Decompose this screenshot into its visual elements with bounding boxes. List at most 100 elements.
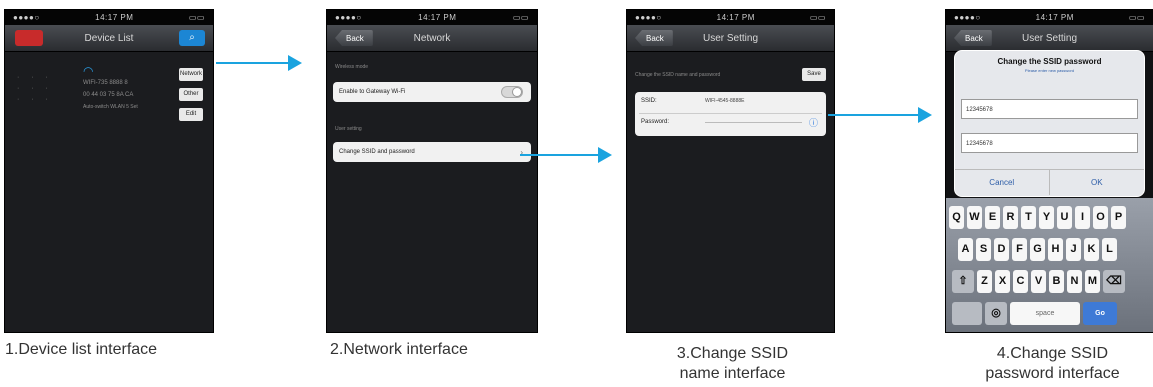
signal-icon: ●●●●○ bbox=[635, 13, 662, 22]
other-button[interactable]: Other bbox=[179, 88, 203, 101]
back-button[interactable]: Back bbox=[635, 30, 673, 46]
menu-button[interactable] bbox=[15, 30, 43, 46]
password-field[interactable] bbox=[705, 122, 802, 123]
network-settings: Wireless mode Enable to Gateway Wi-Fi Us… bbox=[327, 52, 537, 332]
key-r[interactable]: R bbox=[1003, 206, 1018, 229]
battery-icon: ▭▭ bbox=[809, 13, 826, 22]
arrow-2-head bbox=[598, 147, 612, 163]
caption-4-line1: 4.Change SSID bbox=[996, 345, 1109, 362]
edit-button[interactable]: Edit bbox=[179, 108, 203, 121]
section-user-setting: User setting bbox=[335, 126, 362, 132]
confirm-password-input[interactable]: 12345678 bbox=[961, 133, 1138, 153]
backspace-icon: ⌫ bbox=[1106, 275, 1122, 287]
battery-icon: ▭▭ bbox=[512, 13, 529, 22]
save-button[interactable]: Save bbox=[802, 68, 826, 81]
battery-icon: ▭▭ bbox=[1128, 13, 1145, 22]
phone-network: ●●●●○ 14:17 PM ▭▭ Back Network Wireless … bbox=[327, 10, 537, 332]
keyboard-row-3: ⇧ Z X C V B N M ⌫ bbox=[952, 270, 1153, 293]
network-button[interactable]: Network bbox=[179, 68, 203, 81]
password-dialog: Change the SSID password Please enter ne… bbox=[954, 50, 1145, 197]
device-id: WIFI-735 8888 8 bbox=[83, 80, 128, 86]
numbers-key[interactable] bbox=[952, 302, 982, 325]
key-y[interactable]: Y bbox=[1039, 206, 1054, 229]
key-w[interactable]: W bbox=[967, 206, 982, 229]
cancel-button[interactable]: Cancel bbox=[955, 169, 1050, 195]
arrow-2 bbox=[520, 154, 600, 156]
dialog-title: Change the SSID password bbox=[997, 57, 1102, 66]
back-button[interactable]: Back bbox=[335, 30, 373, 46]
signal-icon: ●●●●○ bbox=[954, 13, 981, 22]
change-ssid-row[interactable]: Change SSID and password › bbox=[333, 142, 531, 162]
key-n[interactable]: N bbox=[1067, 270, 1082, 293]
arrow-1-head bbox=[288, 55, 302, 71]
ok-button[interactable]: OK bbox=[1049, 169, 1144, 196]
caption-3-line2: name interface bbox=[679, 365, 786, 382]
keyboard-row-4: ◎ space Go bbox=[952, 302, 1153, 325]
change-ssid-label: Change SSID and password bbox=[339, 149, 415, 155]
gateway-wifi-row[interactable]: Enable to Gateway Wi-Fi bbox=[333, 82, 531, 102]
key-l[interactable]: L bbox=[1102, 238, 1117, 261]
search-button[interactable]: ⌕ bbox=[179, 30, 205, 46]
key-g[interactable]: G bbox=[1030, 238, 1045, 261]
shift-key[interactable]: ⇧ bbox=[952, 270, 974, 293]
key-u[interactable]: U bbox=[1057, 206, 1072, 229]
delete-key[interactable]: ⌫ bbox=[1103, 270, 1125, 293]
status-bar: ●●●●○ 14:17 PM ▭▭ bbox=[627, 10, 834, 25]
status-time: 14:17 PM bbox=[95, 13, 134, 22]
go-key[interactable]: Go bbox=[1083, 302, 1117, 325]
keyboard-row-1: Q W E R T Y U I O P bbox=[949, 206, 1153, 229]
info-icon[interactable]: ⓘ bbox=[809, 116, 818, 129]
key-p[interactable]: P bbox=[1111, 206, 1126, 229]
key-s[interactable]: S bbox=[976, 238, 991, 261]
gateway-wifi-toggle[interactable] bbox=[501, 86, 523, 98]
key-j[interactable]: J bbox=[1066, 238, 1081, 261]
caption-3: 3.Change SSID name interface bbox=[630, 344, 835, 384]
caption-2: 2.Network interface bbox=[330, 341, 468, 358]
ssid-card: SSID: WIFI-4545-8888E Password: ⓘ bbox=[635, 92, 826, 136]
keyboard: Q W E R T Y U I O P A S D F G H J K L ⇧ … bbox=[946, 198, 1153, 332]
ssid-header: Change the SSID name and password bbox=[635, 72, 721, 78]
key-t[interactable]: T bbox=[1021, 206, 1036, 229]
signal-icon: ●●●●○ bbox=[13, 13, 40, 22]
key-z[interactable]: Z bbox=[977, 270, 992, 293]
status-bar: ●●●●○ 14:17 PM ▭▭ bbox=[946, 10, 1153, 25]
key-b[interactable]: B bbox=[1049, 270, 1064, 293]
caption-4: 4.Change SSID password interface bbox=[952, 344, 1153, 384]
key-m[interactable]: M bbox=[1085, 270, 1100, 293]
key-o[interactable]: O bbox=[1093, 206, 1108, 229]
space-key[interactable]: space bbox=[1010, 302, 1080, 325]
caption-4-line2: password interface bbox=[985, 365, 1120, 382]
new-password-input[interactable]: 12345678 bbox=[961, 99, 1138, 119]
key-x[interactable]: X bbox=[995, 270, 1010, 293]
nav-bar: Back User Setting bbox=[627, 25, 834, 52]
device-mac: 00 44 03 75 8A CA bbox=[83, 92, 134, 98]
key-c[interactable]: C bbox=[1013, 270, 1028, 293]
signal-icon: ●●●●○ bbox=[335, 13, 362, 22]
ssid-name-form: Change the SSID name and password Save S… bbox=[627, 52, 834, 332]
globe-key[interactable]: ◎ bbox=[985, 302, 1007, 325]
key-i[interactable]: I bbox=[1075, 206, 1090, 229]
key-e[interactable]: E bbox=[985, 206, 1000, 229]
arrow-1 bbox=[216, 62, 290, 64]
shift-icon: ⇧ bbox=[958, 275, 968, 287]
key-f[interactable]: F bbox=[1012, 238, 1027, 261]
arrow-3 bbox=[828, 114, 920, 116]
caption-1: 1.Device list interface bbox=[5, 341, 158, 358]
key-h[interactable]: H bbox=[1048, 238, 1063, 261]
ssid-value[interactable]: WIFI-4545-8888E bbox=[705, 98, 744, 104]
divider bbox=[639, 113, 822, 114]
search-icon: ⌕ bbox=[189, 32, 195, 43]
wifi-icon: ◠ bbox=[83, 64, 94, 78]
back-button[interactable]: Back bbox=[954, 30, 992, 46]
key-v[interactable]: V bbox=[1031, 270, 1046, 293]
status-time: 14:17 PM bbox=[1035, 13, 1074, 22]
key-q[interactable]: Q bbox=[949, 206, 964, 229]
status-time: 14:17 PM bbox=[716, 13, 755, 22]
arrow-3-head bbox=[918, 107, 932, 123]
password-label: Password: bbox=[641, 119, 670, 125]
key-a[interactable]: A bbox=[958, 238, 973, 261]
key-k[interactable]: K bbox=[1084, 238, 1099, 261]
key-d[interactable]: D bbox=[994, 238, 1009, 261]
status-bar: ●●●●○ 14:17 PM ▭▭ bbox=[5, 10, 213, 25]
section-wireless-mode: Wireless mode bbox=[335, 64, 369, 70]
